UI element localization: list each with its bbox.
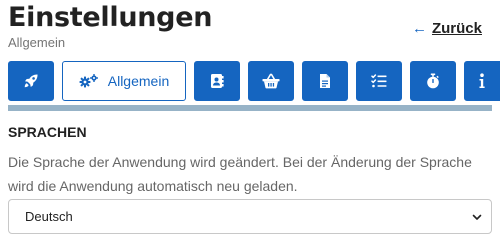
tab-allgemein-label: Allgemein: [107, 73, 170, 89]
page-title: Einstellungen: [8, 2, 213, 33]
tab-stopwatch[interactable]: [410, 61, 456, 101]
tab-info[interactable]: [464, 61, 500, 101]
page-subtitle: Allgemein: [8, 35, 66, 50]
tab-contacts[interactable]: [194, 61, 240, 101]
back-link[interactable]: ← Zurück: [412, 20, 482, 37]
tab-basket[interactable]: [248, 61, 294, 101]
tab-allgemein[interactable]: Allgemein: [62, 61, 186, 101]
basket-icon: [262, 73, 280, 89]
document-icon: [320, 74, 330, 88]
stopwatch-icon: [427, 73, 439, 89]
back-link-label: Zurück: [431, 20, 482, 37]
settings-tab-bar: Allgemein: [8, 61, 500, 101]
tab-checklist[interactable]: [356, 61, 402, 101]
section-heading: SPRACHEN: [8, 124, 87, 140]
language-select-value: Deutsch: [25, 209, 73, 224]
settings-page: Einstellungen Allgemein ← Zurück Allgeme…: [0, 0, 500, 249]
arrow-left-icon: ←: [411, 20, 427, 37]
tab-document[interactable]: [302, 61, 348, 101]
chevron-down-icon: [472, 214, 482, 220]
info-icon: [479, 73, 485, 88]
checklist-icon: [371, 74, 387, 88]
address-book-icon: [211, 74, 224, 88]
language-select[interactable]: Deutsch: [8, 199, 492, 234]
gears-icon: [79, 74, 98, 88]
tab-bar-divider: [8, 105, 492, 111]
section-description: Die Sprache der Anwendung wird geändert.…: [8, 154, 472, 194]
tab-rocket[interactable]: [8, 61, 54, 101]
rocket-icon: [24, 74, 38, 88]
